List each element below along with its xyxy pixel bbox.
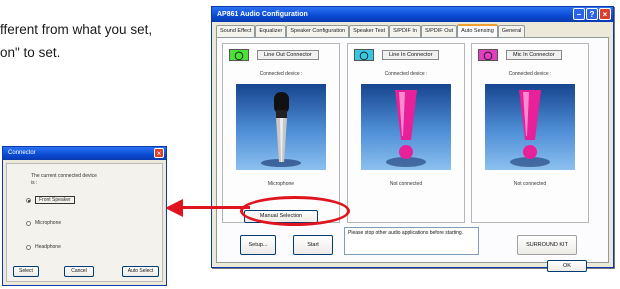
line-in-subtitle: Connected device : [384,71,428,77]
connector-dialog: Connector × The current connected device… [2,146,167,286]
tab-bar: Sound Effect Equalizer Speaker Configura… [216,24,609,37]
close-icon[interactable]: × [154,148,164,158]
arrow-left-icon [165,199,183,217]
radio-dot-icon [26,197,31,203]
callout-arrow-shaft [182,206,250,209]
exclamation-icon [361,84,451,170]
dialog-body: The current connected device is : Front … [6,163,163,282]
dialog-question: The current connected device is : [31,173,97,187]
mic-in-subtitle: Connected device : [508,71,552,77]
mic-in-title: Mic In Connector [506,50,562,60]
tab-sound-effect[interactable]: Sound Effect [216,25,256,37]
minimize-button[interactable]: – [573,8,585,20]
manual-text-line-2: on" to set. [0,45,61,60]
dialog-title: Connector [8,150,36,156]
radio-front-speaker[interactable]: Front Speaker [26,196,75,204]
manual-text: fferent from what you set, on" to set. [0,18,205,64]
window-title: AP861 Audio Configuration [217,11,308,18]
auto-select-button[interactable]: Auto Select [122,266,159,277]
mic-in-group: ◯ Mic In Connector Connected device : No… [471,43,589,223]
radio-dot-icon [26,244,31,250]
tab-spdif-in[interactable]: S/PDIF In [389,25,421,37]
line-out-device: Microphone [267,181,295,187]
radio-headphone-label: Headphone [35,244,61,250]
dialog-question-line-1: The current connected device [31,173,97,179]
dialog-question-line-2: is : [31,180,38,186]
setup-button[interactable]: Setup... [240,235,276,255]
radio-headphone[interactable]: Headphone [26,244,61,250]
highlight-ellipse [240,196,350,226]
line-in-jack-icon: ◯ [354,49,374,61]
window-titlebar: AP861 Audio Configuration – ? × [212,7,613,22]
line-in-title: Line In Connector [382,50,440,60]
auto-sensing-panel: ◯ Line Out Connector Connected device : … [216,37,609,272]
line-out-subtitle: Connected device : [259,71,303,77]
tab-speaker-configuration[interactable]: Speaker Configuration [286,25,350,37]
exclamation-icon [485,84,575,170]
start-button[interactable]: Start [293,235,333,255]
microphone-icon [236,84,326,170]
tab-general[interactable]: General [497,25,526,37]
radio-dot-icon [26,220,31,226]
tab-equalizer[interactable]: Equalizer [255,25,287,37]
tab-spdif-out[interactable]: S/PDIF Out [420,25,458,37]
audio-config-window: AP861 Audio Configuration – ? × Sound Ef… [211,6,614,272]
line-in-group: ◯ Line In Connector Connected device : N… [347,43,465,223]
help-button[interactable]: ? [586,8,598,20]
cancel-button[interactable]: Cancel [64,266,94,277]
line-in-device: Not connected [389,181,423,187]
radio-microphone-label: Microphone [35,220,62,226]
status-message: Please stop other audio applications bef… [344,227,479,255]
manual-text-line-1: fferent from what you set, [0,22,153,37]
radio-front-speaker-label: Front Speaker [35,196,75,204]
mic-in-device: Not connected [513,181,547,187]
line-out-jack-icon: ◯ [229,49,249,61]
dialog-titlebar: Connector × [3,147,166,160]
surround-kit-button[interactable]: SURROUND KIT [517,235,577,255]
select-button[interactable]: Select [13,266,39,277]
line-out-title: Line Out Connector [257,50,319,60]
tab-speaker-test[interactable]: Speaker Test [349,25,390,37]
ok-button[interactable]: OK [547,260,587,272]
close-button[interactable]: × [599,8,611,20]
mic-in-jack-icon: ◯ [478,49,498,61]
tab-auto-sensing[interactable]: Auto Sensing [457,24,498,37]
radio-microphone[interactable]: Microphone [26,220,61,226]
